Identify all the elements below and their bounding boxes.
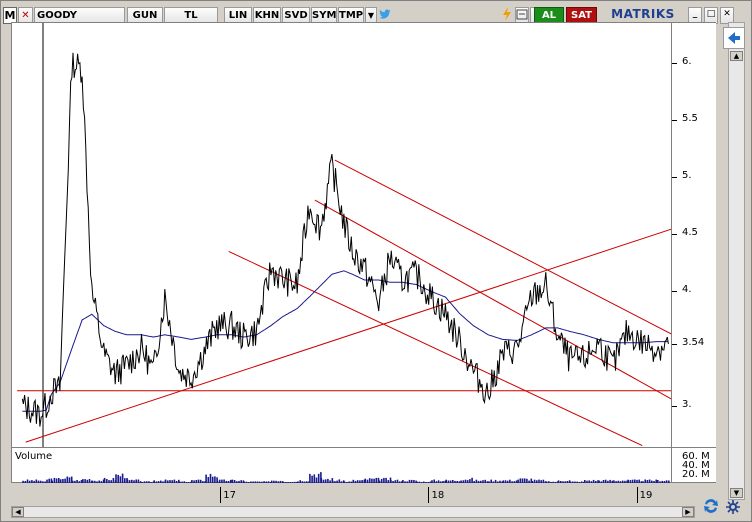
volume-bar xyxy=(311,475,313,483)
time-tick-label: 17 xyxy=(223,490,237,501)
volume-bar xyxy=(214,476,216,483)
scroll-left-button[interactable]: ◀ xyxy=(12,507,24,517)
volume-bar xyxy=(313,474,316,483)
chart-window: M ✕ GOODY GUN TL LIN KHN SVD SYM TMP ▼ C… xyxy=(0,0,752,522)
volume-axis: 60. M 40. M 20. M xyxy=(672,448,716,483)
time-tick-mark xyxy=(636,487,638,503)
price-tick-mark xyxy=(672,120,677,122)
price-tick-mark xyxy=(672,343,677,345)
price-tick-label: 4.5 xyxy=(682,227,698,239)
scroll-up-button[interactable]: ▲ xyxy=(730,51,743,61)
price-tick-mark xyxy=(672,62,677,64)
volume-bar xyxy=(205,474,207,483)
scroll-down-button[interactable]: ▼ xyxy=(730,488,743,498)
trend-line-2 xyxy=(25,228,671,443)
price-tick-mark xyxy=(672,291,677,293)
price-tick-mark xyxy=(672,234,677,236)
volume-bar xyxy=(317,473,320,483)
price-chart-svg xyxy=(17,23,671,447)
price-tick-mark xyxy=(672,177,677,179)
price-line xyxy=(21,52,669,427)
price-tick-label: 5.5 xyxy=(682,113,698,125)
volume-bar xyxy=(209,473,212,483)
volume-tick-label: 20. M xyxy=(682,469,710,480)
trend-line-3 xyxy=(334,159,671,335)
trend-line-4 xyxy=(314,199,671,400)
price-tick-label: 4. xyxy=(682,284,692,296)
vertical-scrollbar[interactable]: ▲ ▼ xyxy=(728,22,745,500)
settings-icon[interactable] xyxy=(724,499,742,516)
price-tick-label: 6. xyxy=(682,55,692,67)
price-tick-mark xyxy=(672,405,677,407)
price-tick-label: 3.54 xyxy=(682,336,705,348)
refresh-icon[interactable] xyxy=(700,495,722,517)
price-chart[interactable] xyxy=(11,22,672,448)
volume-svg xyxy=(22,472,670,483)
time-tick-label: 19 xyxy=(639,490,653,501)
volume-bar xyxy=(117,474,119,483)
time-tick-mark xyxy=(220,487,222,503)
time-tick-label: 18 xyxy=(431,490,445,501)
volume-bar xyxy=(121,473,124,483)
horizontal-scrollbar[interactable]: ◀ ▶ xyxy=(11,506,695,518)
back-arrow-icon[interactable] xyxy=(723,27,745,49)
volume-panel: Volume xyxy=(11,448,672,483)
moving-average-line xyxy=(22,270,669,412)
price-axis: 6. 5.5 5. 4.5 4. 3.54 3. xyxy=(672,22,716,448)
time-axis: 17 18 19 xyxy=(11,483,716,505)
volume-bar xyxy=(309,473,311,483)
volume-bar xyxy=(115,474,117,483)
volume-label: Volume xyxy=(15,451,53,462)
price-tick-label: 5. xyxy=(682,170,692,182)
volume-bar xyxy=(119,476,122,483)
price-tick-label: 3. xyxy=(682,398,692,410)
scroll-right-button[interactable]: ▶ xyxy=(682,507,694,517)
time-tick-mark xyxy=(428,487,430,503)
